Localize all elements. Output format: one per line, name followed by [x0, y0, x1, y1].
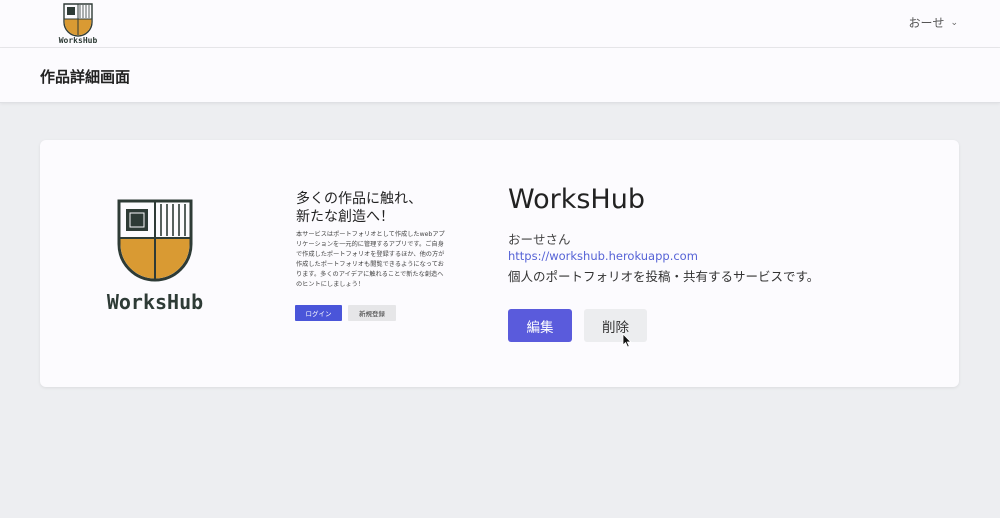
- thumbnail-register-button: 新規登録: [348, 305, 396, 321]
- work-description: 個人のポートフォリオを投稿・共有するサービスです。: [508, 269, 820, 284]
- chevron-down-icon: ⌄: [950, 17, 958, 28]
- thumbnail-logo: WorksHub: [95, 198, 215, 322]
- thumbnail-hero-title: 多くの作品に触れ、 新たな創造へ！: [296, 190, 422, 226]
- work-thumbnail: WorksHub 多くの作品に触れ、 新たな創造へ！ 本サービスはポートフォリオ…: [40, 140, 470, 387]
- work-author: おーせさん: [508, 232, 571, 247]
- page-title: 作品詳細画面: [40, 68, 131, 86]
- edit-button[interactable]: 編集: [508, 309, 572, 342]
- user-menu-dropdown[interactable]: おーせ ⌄: [908, 14, 958, 31]
- shield-logo-icon: WorksHub: [107, 199, 203, 314]
- work-title: WorksHub: [508, 184, 645, 215]
- page-header: 作品詳細画面: [0, 48, 1000, 103]
- nav-logo-text: WorksHub: [59, 36, 98, 45]
- thumbnail-hero-title-line2: 新たな創造へ！: [296, 209, 394, 225]
- work-detail-card: WorksHub 多くの作品に触れ、 新たな創造へ！ 本サービスはポートフォリオ…: [40, 140, 959, 387]
- thumbnail-hero-title-line1: 多くの作品に触れ、: [296, 191, 423, 207]
- thumbnail-logo-text: WorksHub: [107, 290, 203, 314]
- thumbnail-hero-text: 本サービスはポートフォリオとして作成したwebアプリケーションを一元的に管理する…: [296, 231, 445, 288]
- user-name: おーせ: [908, 16, 945, 30]
- thumbnail-login-button: ログイン: [295, 305, 342, 321]
- work-url-link[interactable]: https://workshub.herokuapp.com: [508, 249, 698, 263]
- delete-button[interactable]: 削除: [584, 309, 647, 342]
- shield-logo-icon: WorksHub: [59, 3, 98, 45]
- mouse-cursor-icon: [622, 333, 632, 352]
- workshub-logo[interactable]: WorksHub: [56, 2, 100, 46]
- top-navbar: WorksHub おーせ ⌄: [0, 0, 1000, 48]
